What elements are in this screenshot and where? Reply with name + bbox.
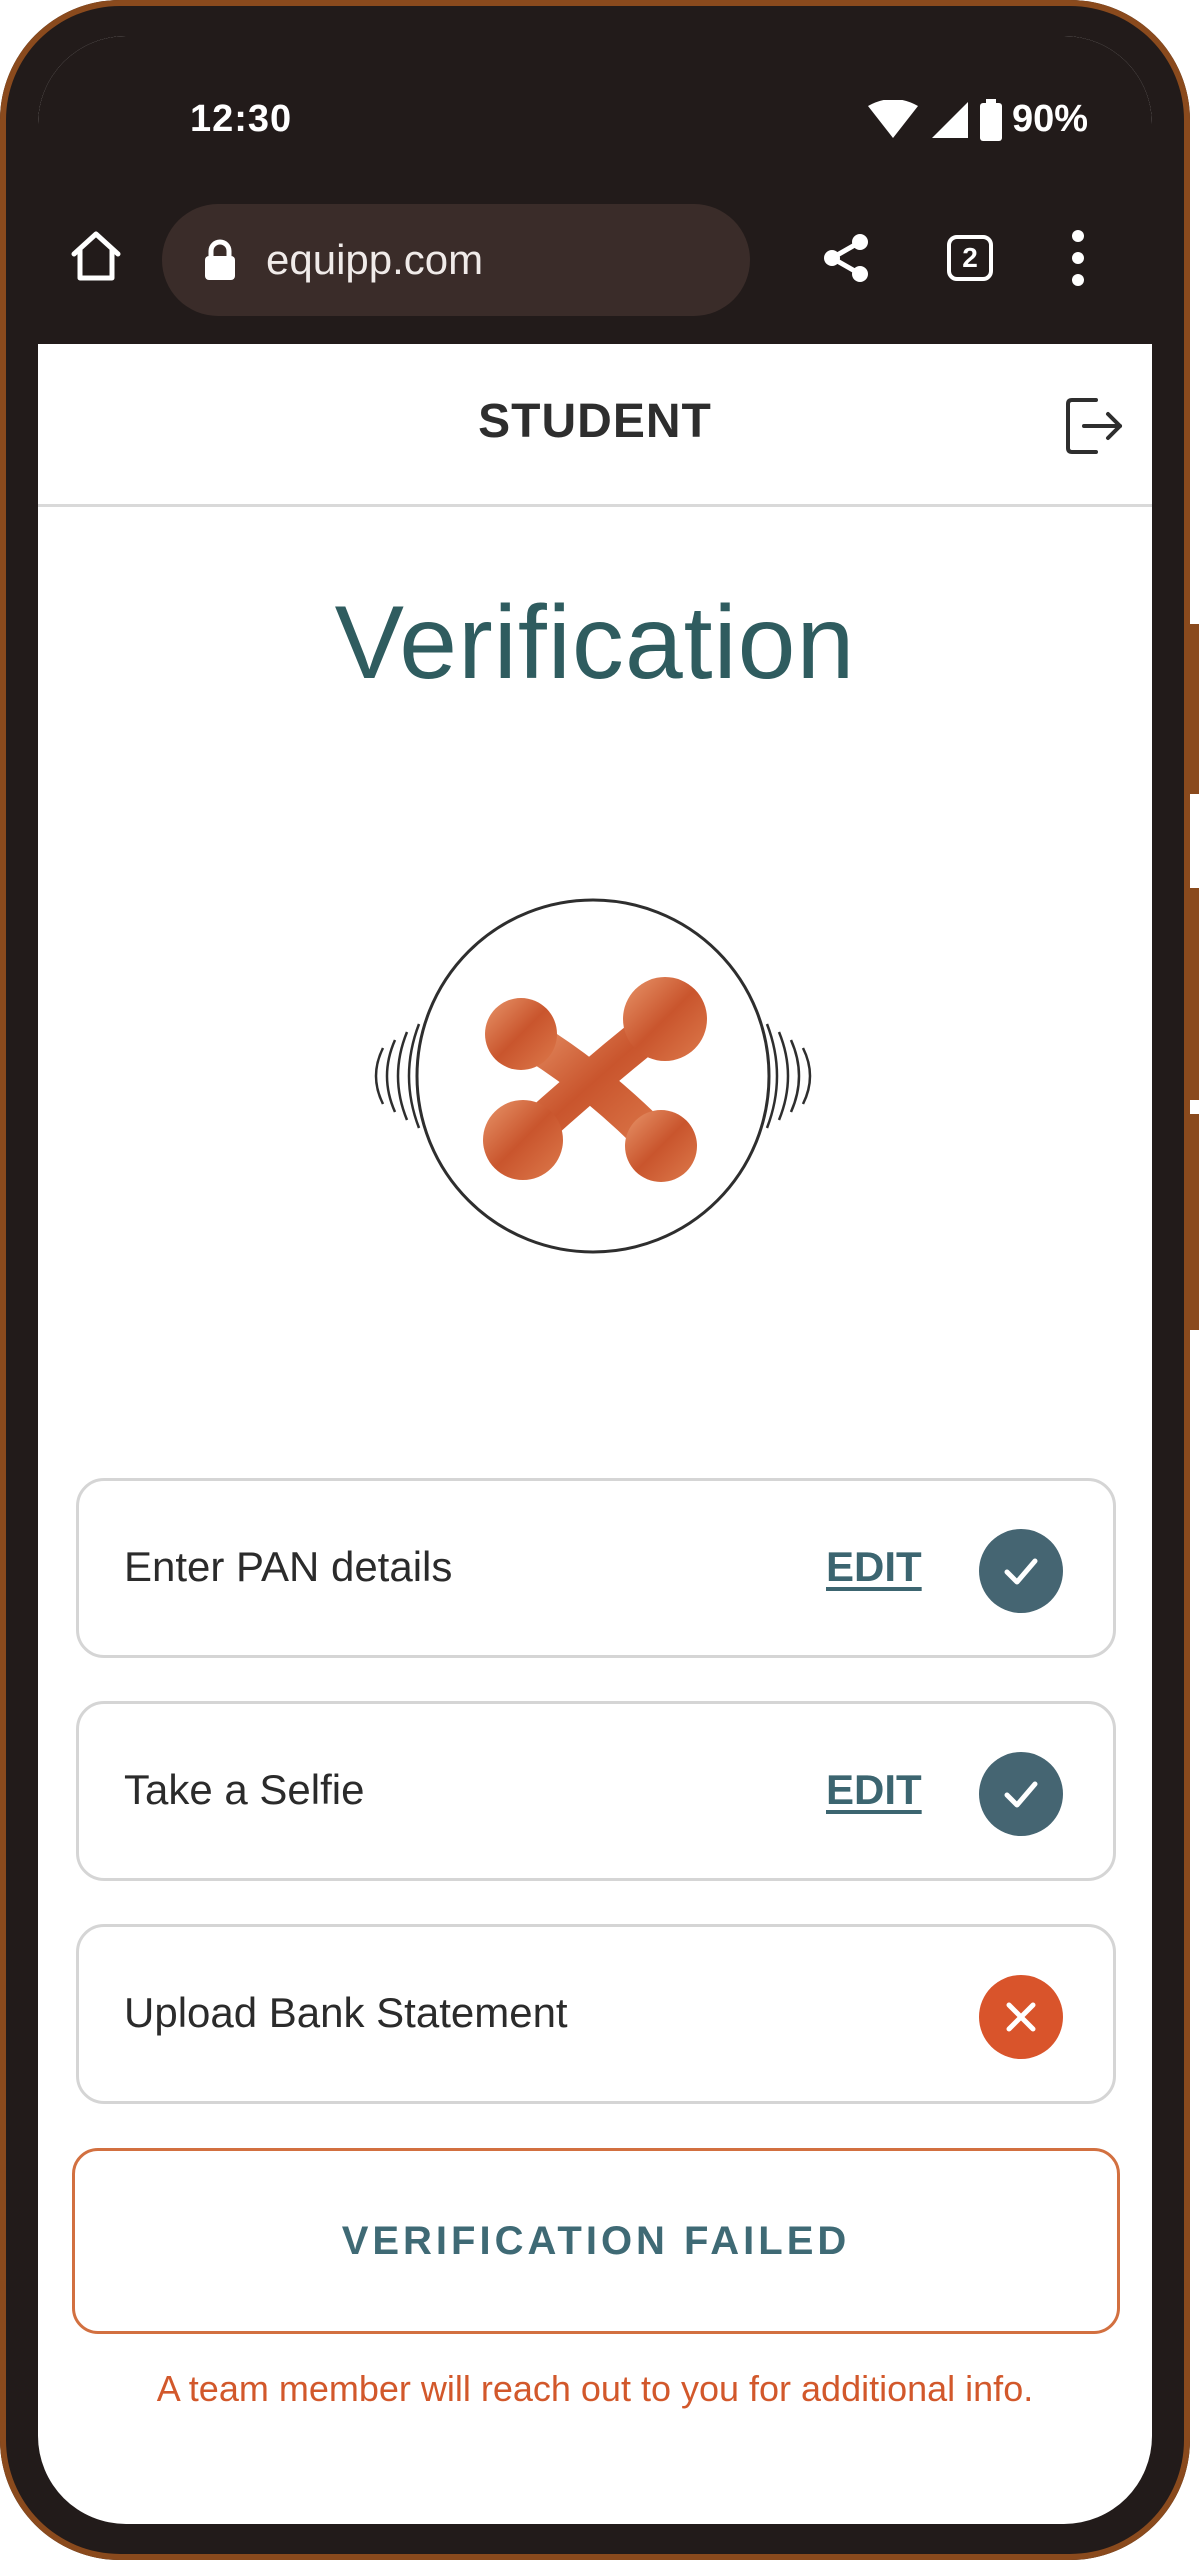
battery-icon: [979, 98, 1002, 141]
more-vert-icon: [1072, 230, 1084, 286]
tab-count: 2: [962, 242, 978, 273]
status-icons: 90%: [866, 98, 1088, 141]
wifi-icon: [867, 99, 918, 138]
lock-icon: [205, 239, 235, 280]
share-button[interactable]: [810, 222, 882, 294]
volume-down-button: [1190, 888, 1199, 1100]
app-header: STUDENT: [38, 344, 1152, 507]
check-icon: [979, 1752, 1063, 1836]
step-card-bank-statement[interactable]: Upload Bank Statement: [76, 1924, 1116, 2104]
logout-icon[interactable]: [1062, 394, 1126, 458]
close-icon: [979, 1975, 1063, 2059]
header-title: STUDENT: [478, 395, 712, 448]
tab-switcher-button[interactable]: 2: [934, 222, 1006, 294]
step-label: Enter PAN details: [124, 1543, 453, 1590]
power-button: [1190, 1114, 1199, 1330]
step-label: Take a Selfie: [124, 1766, 365, 1813]
signal-icon: [931, 101, 968, 138]
browser-toolbar: equipp.com 2: [38, 164, 1152, 344]
battery-percent: 90%: [1011, 98, 1088, 140]
verification-failed-label: VERIFICATION FAILED: [341, 2218, 851, 2263]
screen: 12:30 90% equipp.com 2 STUDENT Verificat…: [38, 36, 1152, 2524]
check-icon: [979, 1529, 1063, 1613]
tabs-icon: 2: [947, 235, 993, 281]
edit-pan-link[interactable]: EDIT: [826, 1543, 922, 1591]
page-title: Verification: [334, 585, 856, 701]
share-icon: [824, 234, 868, 282]
step-label: Upload Bank Statement: [124, 1989, 568, 2036]
status-bar: 12:30 90%: [38, 36, 1152, 164]
url-text: equipp.com: [266, 236, 484, 283]
support-note: A team member will reach out to you for …: [156, 2368, 1034, 2409]
verification-illustration: [374, 898, 812, 1254]
verification-failed-banner: VERIFICATION FAILED: [72, 2148, 1120, 2334]
step-card-pan: Enter PAN details EDIT: [76, 1478, 1116, 1658]
edit-selfie-link[interactable]: EDIT: [826, 1766, 922, 1814]
address-bar[interactable]: equipp.com: [162, 204, 750, 316]
browser-menu-button[interactable]: [1048, 222, 1108, 294]
step-card-selfie: Take a Selfie EDIT: [76, 1701, 1116, 1881]
home-button[interactable]: [60, 220, 132, 292]
home-icon: [71, 231, 121, 281]
status-time: 12:30: [190, 98, 293, 140]
volume-up-button: [1190, 624, 1199, 794]
